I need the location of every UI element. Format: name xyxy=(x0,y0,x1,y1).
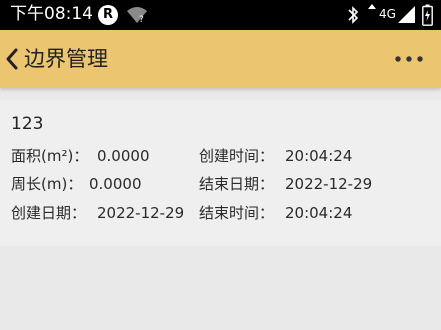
perimeter-value: 0.0000 xyxy=(89,175,142,193)
page-title: 边界管理 xyxy=(24,47,108,71)
record-name: 123 xyxy=(11,114,44,134)
back-chevron-icon[interactable] xyxy=(2,43,22,75)
area-value: 0.0000 xyxy=(97,147,150,165)
app-notification-icon: R xyxy=(98,5,118,25)
end-time-value: 20:04:24 xyxy=(285,204,353,222)
end-date-label: 结束日期： xyxy=(199,175,275,193)
create-time-label: 创建时间： xyxy=(199,147,275,165)
data-activity-icon xyxy=(368,4,376,9)
app-header: 边界管理 xyxy=(0,30,441,88)
network-type: 4G xyxy=(379,7,396,21)
more-icon[interactable] xyxy=(394,52,424,66)
battery-icon xyxy=(422,4,433,26)
end-date-value: 2022-12-29 xyxy=(285,175,373,193)
status-time: 下午08:14 xyxy=(10,4,93,24)
create-date-value: 2022-12-29 xyxy=(97,204,185,222)
signal-icon xyxy=(398,6,415,23)
bluetooth-icon xyxy=(348,6,359,24)
create-time-value: 20:04:24 xyxy=(285,147,353,165)
status-bar: 下午08:14 R ? 4G xyxy=(0,0,441,30)
end-time-label: 结束时间： xyxy=(199,204,275,222)
wifi-question-mark: ? xyxy=(139,15,144,24)
boundary-record-card[interactable]: 123 面积(m²)： 0.0000 创建时间： 20:04:24 周长(m)：… xyxy=(0,100,441,246)
perimeter-label: 周长(m)： xyxy=(11,175,83,193)
create-date-label: 创建日期： xyxy=(11,204,87,222)
wifi-icon: ? xyxy=(127,7,147,24)
area-label: 面积(m²)： xyxy=(11,147,89,165)
